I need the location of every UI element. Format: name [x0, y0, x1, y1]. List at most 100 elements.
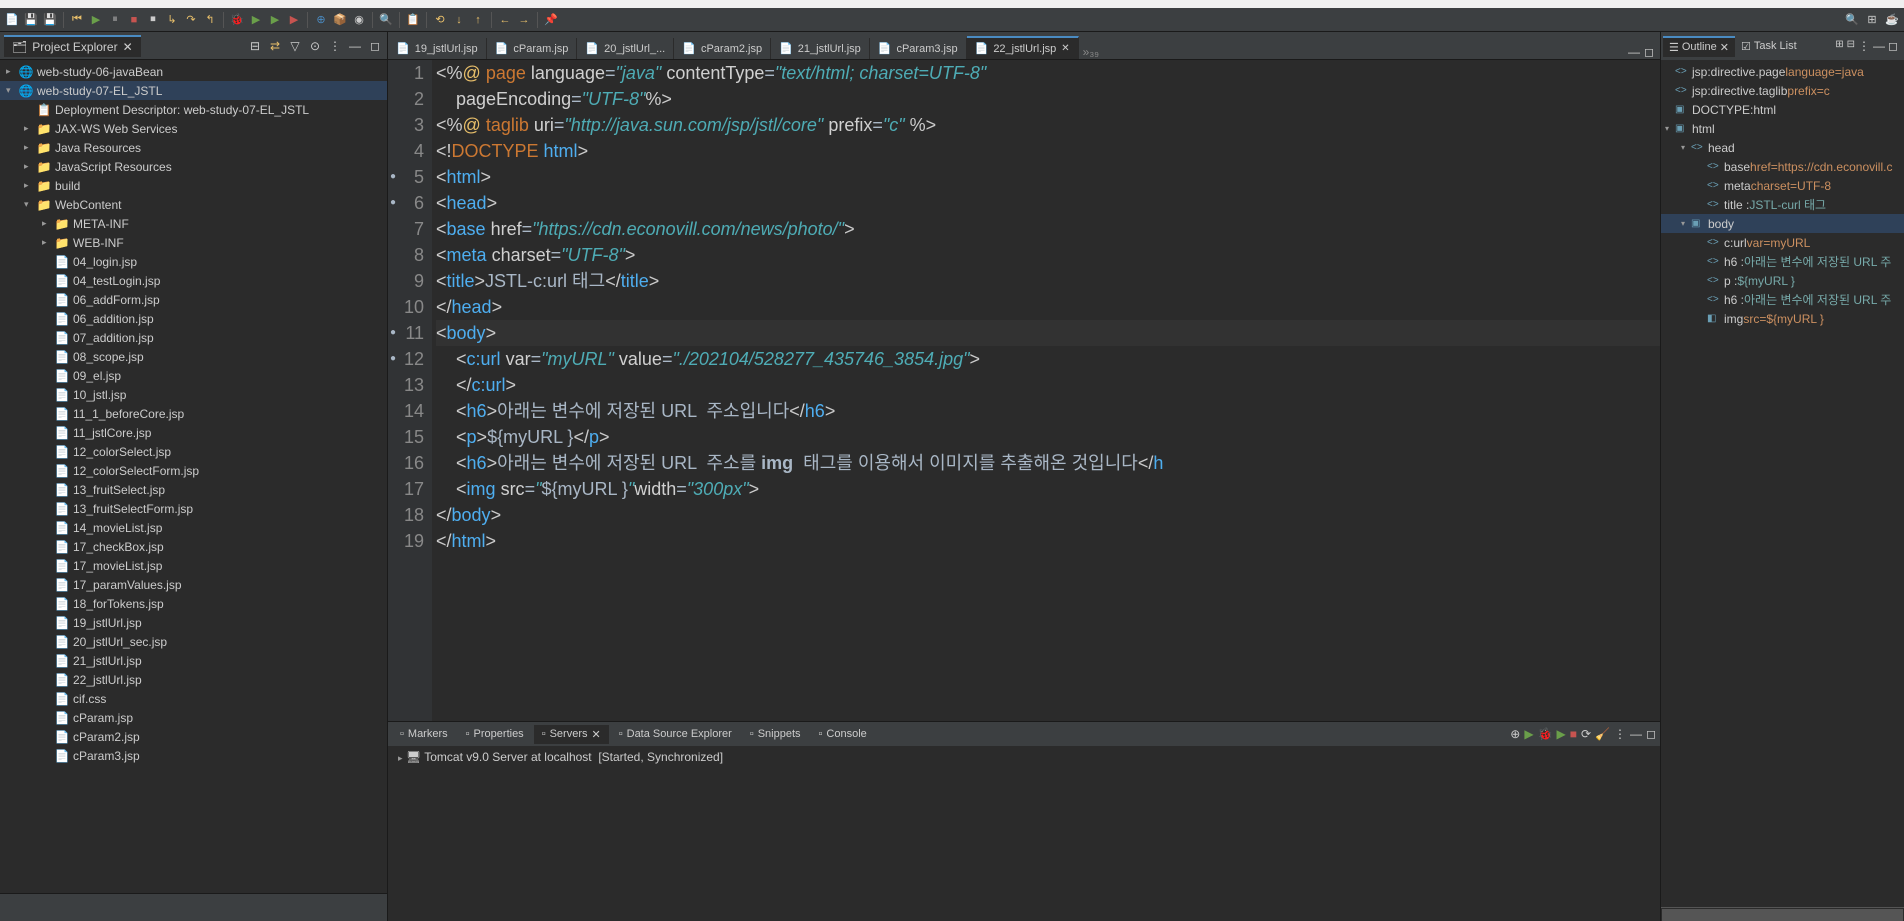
prev-edit-icon[interactable]: ⟲	[432, 12, 448, 28]
tasklist-tab[interactable]: ☑ Task List	[1735, 37, 1803, 56]
editor-tab[interactable]: 📄20_jstlUrl_...	[577, 38, 674, 59]
outline-item[interactable]: <>title : JSTL-curl 태그	[1661, 195, 1904, 214]
tree-item[interactable]: 📄04_testLogin.jsp	[0, 271, 387, 290]
run-icon[interactable]: ▶	[248, 12, 264, 28]
editor-tab[interactable]: 📄21_jstlUrl.jsp	[771, 38, 870, 59]
minimize-icon[interactable]: —	[1628, 45, 1640, 59]
tree-item[interactable]: 📄12_colorSelect.jsp	[0, 442, 387, 461]
tree-item[interactable]: 📄08_scope.jsp	[0, 347, 387, 366]
forward-icon[interactable]: →	[516, 12, 532, 28]
server-publish-icon[interactable]: ⟳	[1581, 727, 1591, 741]
group-icon[interactable]: ⊟	[1847, 39, 1855, 53]
outline-tab[interactable]: ☰ Outline ✕	[1663, 36, 1735, 57]
tree-item[interactable]: 📄17_checkBox.jsp	[0, 537, 387, 556]
tree-item[interactable]: 📄20_jstlUrl_sec.jsp	[0, 632, 387, 651]
search-icon[interactable]: 🔍	[378, 12, 394, 28]
code-line[interactable]: <head>	[436, 190, 1660, 216]
back-icon[interactable]: ←	[497, 12, 513, 28]
maximize-icon[interactable]: ◻	[1646, 727, 1656, 741]
new-server-icon[interactable]: ⊕	[313, 12, 329, 28]
tree-item[interactable]: 📄06_addForm.jsp	[0, 290, 387, 309]
bottom-tab[interactable]: ▫Servers✕	[534, 725, 609, 744]
step-into-icon[interactable]: ↳	[164, 12, 180, 28]
editor-tab[interactable]: 📄cParam2.jsp	[674, 38, 771, 59]
save-all-icon[interactable]: 💾	[42, 12, 58, 28]
view-menu-icon[interactable]: ⋮	[1614, 727, 1626, 741]
run-external-icon[interactable]: ▶	[286, 12, 302, 28]
tree-item[interactable]: ▸📁JAX-WS Web Services	[0, 119, 387, 138]
tree-item[interactable]: 📄cParam2.jsp	[0, 727, 387, 746]
code-line[interactable]: <html>	[436, 164, 1660, 190]
tree-item[interactable]: 📄13_fruitSelectForm.jsp	[0, 499, 387, 518]
tree-item[interactable]: 📄18_forTokens.jsp	[0, 594, 387, 613]
project-explorer-tab[interactable]: 🗂 Project Explorer ✕	[4, 35, 141, 57]
code-line[interactable]: </html>	[436, 528, 1660, 554]
quick-access-icon[interactable]: 🔍	[1844, 12, 1860, 28]
tree-item[interactable]: ▸📁Java Resources	[0, 138, 387, 157]
tree-item[interactable]: 📄10_jstl.jsp	[0, 385, 387, 404]
outline-item[interactable]: <>jsp:directive.page language=java	[1661, 62, 1904, 81]
tree-item[interactable]: 📄cif.css	[0, 689, 387, 708]
server-clean-icon[interactable]: 🧹	[1595, 727, 1610, 741]
pin-icon[interactable]: 📌	[543, 12, 559, 28]
debug-stop-icon[interactable]: ■	[126, 12, 142, 28]
tree-item[interactable]: 📄09_el.jsp	[0, 366, 387, 385]
code-line[interactable]: <%@ page language="java" contentType="te…	[436, 60, 1660, 86]
bottom-tab[interactable]: ▫Data Source Explorer	[611, 725, 740, 743]
type-icon[interactable]: ◉	[351, 12, 367, 28]
code-line[interactable]: <c:url var="myURL" value="./202104/52827…	[436, 346, 1660, 372]
outline-tree[interactable]: <>jsp:directive.page language=java<>jsp:…	[1661, 60, 1904, 907]
step-return-icon[interactable]: ↰	[202, 12, 218, 28]
filter-icon[interactable]: ▽	[287, 38, 303, 54]
code-line[interactable]: </c:url>	[436, 372, 1660, 398]
server-start-icon[interactable]: ▶	[1524, 727, 1533, 741]
outline-item[interactable]: <>p : ${myURL }	[1661, 271, 1904, 290]
outline-item[interactable]: <>base href=https://cdn.econovill.c	[1661, 157, 1904, 176]
code-line[interactable]: <body>	[436, 320, 1660, 346]
tree-item[interactable]: 📄11_1_beforeCore.jsp	[0, 404, 387, 423]
tree-item[interactable]: 📄12_colorSelectForm.jsp	[0, 461, 387, 480]
outline-item[interactable]: ▾<>head	[1661, 138, 1904, 157]
tree-item[interactable]: 📄22_jstlUrl.jsp	[0, 670, 387, 689]
outline-item[interactable]: <>meta charset=UTF-8	[1661, 176, 1904, 195]
code-line[interactable]: <h6>아래는 변수에 저장된 URL 주소입니다</h6>	[436, 398, 1660, 424]
code-line[interactable]: pageEncoding="UTF-8"%>	[436, 86, 1660, 112]
view-menu-icon[interactable]: ⋮	[327, 38, 343, 54]
collapse-all-icon[interactable]: ⊟	[247, 38, 263, 54]
bottom-tab[interactable]: ▫Markers	[392, 725, 456, 743]
editor-tab[interactable]: 📄cParam.jsp	[487, 38, 578, 59]
tree-item[interactable]: 📄17_paramValues.jsp	[0, 575, 387, 594]
close-icon[interactable]: ✕	[123, 40, 133, 54]
close-icon[interactable]: ✕	[1061, 43, 1069, 54]
maximize-icon[interactable]: ◻	[367, 38, 383, 54]
code-line[interactable]: <img src="${myURL }"width="300px">	[436, 476, 1660, 502]
new-icon[interactable]: 📄	[4, 12, 20, 28]
focus-icon[interactable]: ⊙	[307, 38, 323, 54]
outline-item[interactable]: <>h6 : 아래는 변수에 저장된 URL 주	[1661, 252, 1904, 271]
server-debug-icon[interactable]: 🐞	[1538, 727, 1553, 741]
tree-item[interactable]: 📄13_fruitSelect.jsp	[0, 480, 387, 499]
editor-tab[interactable]: 📄22_jstlUrl.jsp✕	[967, 36, 1079, 59]
outline-item[interactable]: ▾▣body	[1661, 214, 1904, 233]
view-menu-icon[interactable]: ⋮	[1858, 39, 1870, 53]
package-icon[interactable]: 📦	[332, 12, 348, 28]
tree-item[interactable]: 📄14_movieList.jsp	[0, 518, 387, 537]
bottom-tab[interactable]: ▫Properties	[458, 725, 532, 743]
minimize-icon[interactable]: —	[1873, 39, 1885, 53]
sort-icon[interactable]: ⊞	[1835, 39, 1843, 53]
project-item[interactable]: ▾🌐web-study-07-EL_JSTL	[0, 81, 387, 100]
save-icon[interactable]: 💾	[23, 12, 39, 28]
minimize-icon[interactable]: —	[347, 38, 363, 54]
tree-item[interactable]: 📄04_login.jsp	[0, 252, 387, 271]
code-line[interactable]: <!DOCTYPE html>	[436, 138, 1660, 164]
tree-item[interactable]: ▸📁META-INF	[0, 214, 387, 233]
debug-disconnect-icon[interactable]: ⏹	[145, 12, 161, 28]
code-area[interactable]: <%@ page language="java" contentType="te…	[432, 60, 1660, 721]
bottom-tab[interactable]: ▫Console	[811, 725, 875, 743]
server-stop-icon[interactable]: ■	[1570, 727, 1577, 741]
close-icon[interactable]: ✕	[1720, 41, 1729, 54]
server-new-icon[interactable]: ⊕	[1510, 727, 1520, 741]
tree-item[interactable]: 📄11_jstlCore.jsp	[0, 423, 387, 442]
tree-item[interactable]: 📄19_jstlUrl.jsp	[0, 613, 387, 632]
tree-item[interactable]: 📄cParam.jsp	[0, 708, 387, 727]
